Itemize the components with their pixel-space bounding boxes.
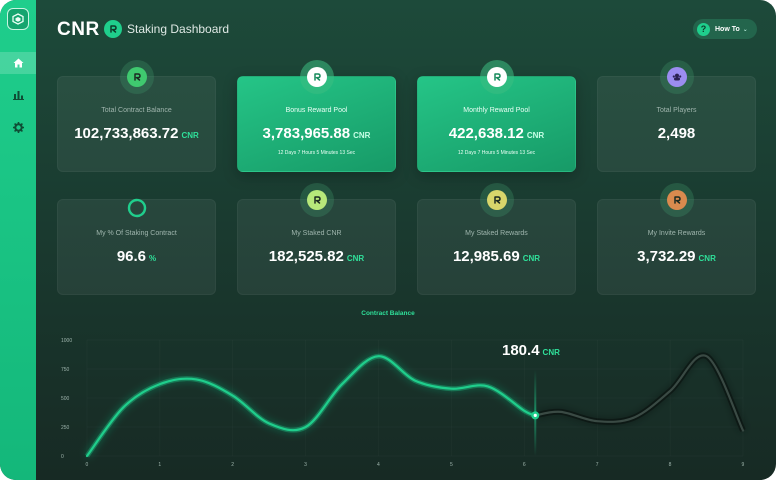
stat-card-number: 3,732.29 [637, 248, 696, 265]
chart-highlight-point [533, 413, 537, 417]
sidebar-item-stats[interactable] [0, 84, 36, 106]
stat-card-number: 182,525.82 [268, 248, 344, 265]
how-to-button[interactable]: ? How To ⌄ [693, 19, 757, 39]
stat-card-label: My Staked Rewards [465, 230, 528, 237]
stat-card-number: 422,638.12 [448, 125, 524, 142]
stat-card-value: 422,638.12 CNR [418, 125, 575, 142]
cnr-logo-icon [119, 60, 154, 94]
sidebar-item-settings[interactable] [0, 116, 36, 138]
chart-series-line [85, 355, 537, 458]
x-tick-label: 6 [523, 462, 526, 468]
stat-card-unit: CNR [698, 254, 716, 263]
x-tick-label: 2 [231, 462, 234, 468]
y-tick-label: 250 [61, 425, 70, 431]
x-tick-label: 5 [450, 462, 453, 468]
cnr-logo-icon [659, 183, 694, 217]
home-icon [13, 58, 23, 68]
x-tick-label: 0 [86, 462, 89, 468]
chart-series-glow [84, 353, 537, 458]
stat-card-value: 96.6% [58, 248, 215, 265]
progress-ring-icon [125, 196, 149, 220]
cnr-logo-icon [299, 183, 334, 217]
y-tick-label: 750 [61, 367, 70, 373]
stat-card-number: 3,783,965.88 [262, 125, 351, 142]
y-tick-label: 500 [61, 396, 70, 402]
stat-card-label: Monthly Reward Pool [463, 107, 530, 114]
x-tick-label: 3 [304, 462, 307, 468]
stat-card-label: Total Players [656, 107, 697, 114]
stat-card-number: 2,498 [657, 125, 696, 142]
stat-card-value: 182,525.82 CNR [238, 248, 395, 265]
page-subtitle: Staking Dashboard [127, 22, 230, 36]
sidebar-item-home[interactable] [0, 52, 36, 74]
countdown-timer: 12 Days 7 Hours 5 Minutes 13 Sec [277, 150, 356, 156]
stat-card-value: 2,498 [598, 125, 755, 142]
help-icon: ? [697, 22, 710, 36]
stat-card-number: 102,733,863.72 [74, 125, 179, 142]
stat-card-value: 3,783,965.88 CNR [238, 125, 395, 142]
stat-card-total-players: Total Players 2,498 [597, 60, 756, 172]
x-tick-label: 9 [742, 462, 745, 468]
bar-chart-icon [12, 91, 24, 100]
gear-icon [12, 121, 24, 133]
stat-card-unit: CNR [346, 254, 365, 263]
players-icon [659, 60, 694, 94]
cnr-logo-icon [104, 20, 122, 38]
stat-card-my-staked-cnr: My Staked CNR 182,525.82 CNR [237, 183, 396, 295]
cnr-logo-icon [299, 60, 334, 94]
stat-card-my-staked-rewards: My Staked Rewards 12,985.69 CNR [417, 183, 576, 295]
sidebar [0, 0, 36, 480]
stat-card-value: 102,733,863.72 CNR [58, 125, 215, 142]
x-tick-label: 4 [377, 462, 380, 468]
y-tick-label: 0 [61, 454, 64, 460]
stat-card-my-of-staking-contract: My % Of Staking Contract 96.6% [57, 196, 216, 295]
stat-card-unit: CNR [522, 254, 541, 263]
x-tick-label: 1 [158, 462, 161, 468]
stat-card-number: 12,985.69 [452, 248, 520, 265]
chart-future-shadow [534, 352, 746, 432]
y-tick-label: 1000 [61, 338, 72, 344]
stat-card-unit: CNR [353, 131, 371, 140]
stat-card-bonus-reward-pool: Bonus Reward Pool 3,783,965.88 CNR 12 Days … [237, 60, 396, 172]
brand-title: CNR [57, 19, 100, 40]
cnr-logo-icon [479, 183, 514, 217]
stat-card-unit: CNR [526, 131, 545, 140]
stat-card-label: Total Contract Balance [101, 107, 172, 114]
chart-title: Contract Balance [361, 310, 415, 317]
stat-card-unit: CNR [181, 131, 199, 140]
app-logo-icon[interactable] [7, 8, 29, 30]
contract-balance-chart[interactable]: 0 250 500 750 1000 0 1 2 3 4 5 6 7 8 9 [36, 320, 776, 480]
stat-card-my-invite-rewards: My Invite Rewards 3,732.29 CNR [597, 183, 756, 295]
x-tick-label: 7 [596, 462, 599, 468]
x-tick-label: 8 [669, 462, 672, 468]
how-to-label: How To [715, 25, 740, 33]
stat-card-monthly-reward-pool: Monthly Reward Pool 422,638.12 CNR 12 Days … [417, 60, 576, 172]
stat-card-value: 12,985.69 CNR [418, 248, 575, 265]
stat-card-label: My Staked CNR [291, 230, 342, 237]
stat-card-number: 96.6 [116, 248, 147, 265]
stat-card-value: 3,732.29 CNR [598, 248, 755, 265]
countdown-timer: 12 Days 7 Hours 5 Minutes 13 Sec [457, 150, 536, 156]
stat-card-label: My % Of Staking Contract [96, 230, 177, 237]
stat-card-unit: % [149, 254, 157, 263]
stat-card-total-contract-balance: Total Contract Balance 102,733,863.72 CNR [57, 60, 216, 172]
stat-card-label: My Invite Rewards [647, 230, 706, 237]
cnr-logo-icon [479, 60, 514, 94]
chevron-down-icon: ⌄ [742, 26, 748, 33]
chart-svg: 0 250 500 750 1000 0 1 2 3 4 5 6 7 8 9 [61, 338, 746, 468]
stat-card-label: Bonus Reward Pool [285, 107, 348, 114]
app-window: CNR Staking Dashboard ? How To ⌄ Total C… [0, 0, 776, 480]
